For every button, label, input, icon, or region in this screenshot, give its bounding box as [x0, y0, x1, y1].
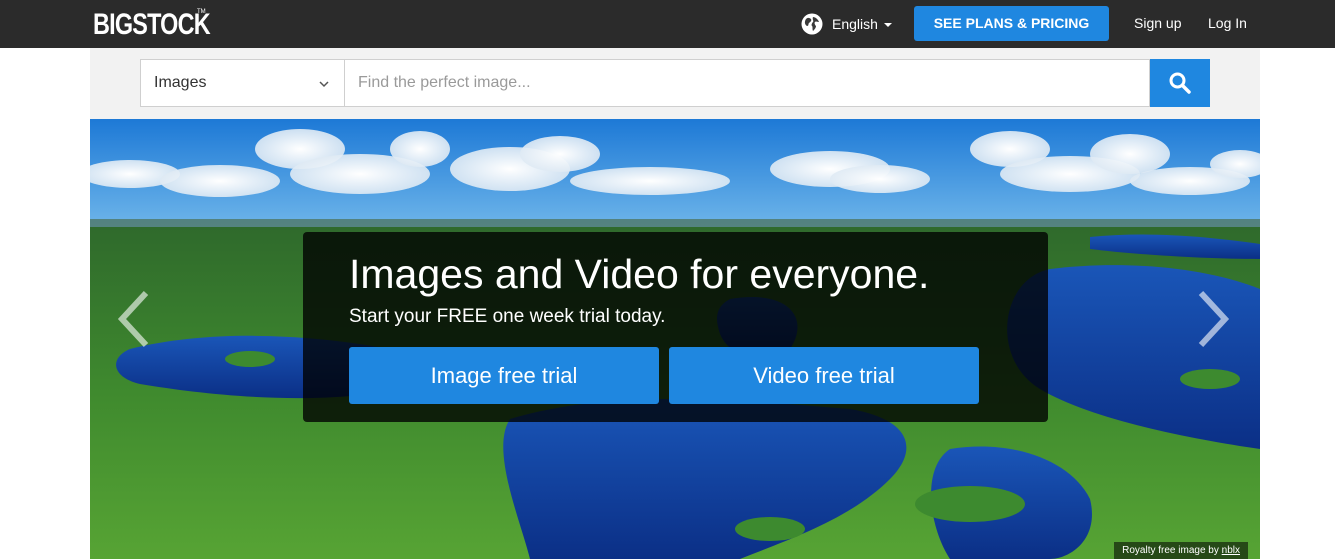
language-selector[interactable]: English [801, 12, 892, 36]
image-free-trial-button[interactable]: Image free trial [349, 347, 659, 404]
hero-subheadline: Start your FREE one week trial today. [349, 306, 666, 327]
chevron-left-icon[interactable] [114, 289, 154, 349]
bigstock-logo[interactable]: BIGSTOCK [93, 8, 211, 42]
video-free-trial-button[interactable]: Video free trial [669, 347, 979, 404]
credit-prefix: Royalty free image by [1122, 545, 1219, 556]
globe-icon [801, 13, 823, 35]
hero-overlay-panel: Images and Video for everyone. Start you… [303, 232, 1048, 422]
sign-up-link[interactable]: Sign up [1134, 15, 1181, 31]
search-input[interactable] [344, 59, 1150, 107]
credit-author-link[interactable]: nblx [1222, 545, 1240, 556]
language-label: English [832, 16, 878, 32]
chevron-right-icon[interactable] [1193, 289, 1233, 349]
search-type-value: Images [154, 74, 207, 91]
search-icon [1169, 72, 1191, 94]
hero-banner: Images and Video for everyone. Start you… [90, 119, 1260, 559]
hero-headline: Images and Video for everyone. [349, 251, 930, 297]
search-type-dropdown[interactable]: Images [140, 59, 344, 107]
caret-down-icon [883, 23, 892, 27]
top-navbar: BIGSTOCK TM English SEE PLANS & PRICING … [0, 0, 1335, 48]
log-in-link[interactable]: Log In [1208, 15, 1247, 31]
search-button[interactable] [1150, 59, 1210, 107]
chevron-down-icon [319, 81, 329, 88]
see-plans-pricing-button[interactable]: SEE PLANS & PRICING [914, 6, 1109, 41]
trademark-mark: TM [197, 9, 206, 15]
image-credit: Royalty free image by nblx [1114, 542, 1248, 559]
